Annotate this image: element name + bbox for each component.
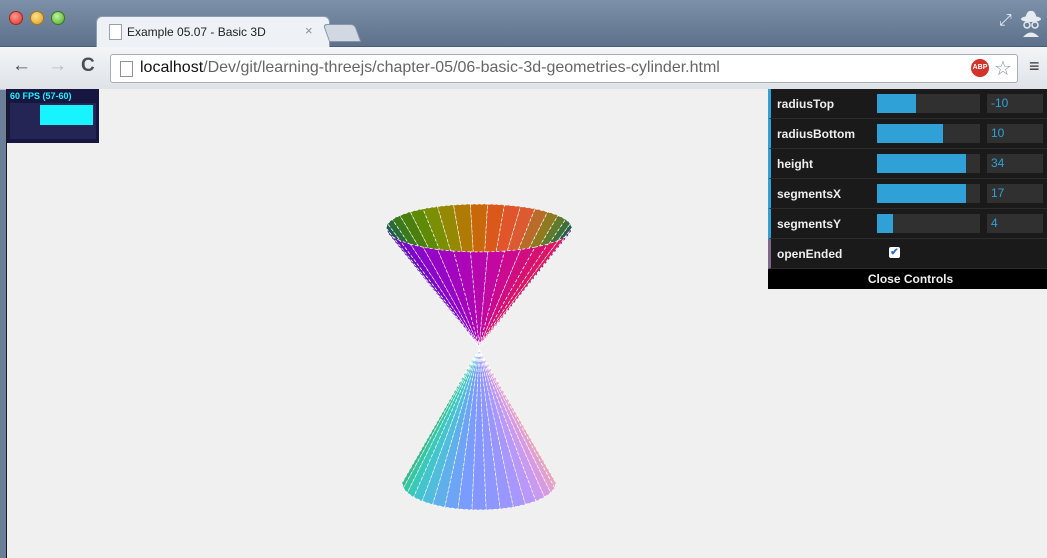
fps-readout: 60 FPS (57-60) <box>10 91 72 101</box>
control-label: segmentsX <box>777 187 842 201</box>
browser-tab[interactable]: Example 05.07 - Basic 3D × <box>96 16 330 47</box>
tab-title: Example 05.07 - Basic 3D <box>127 25 266 39</box>
window-titlebar: Example 05.07 - Basic 3D × ⤢ <box>0 0 1047 47</box>
control-segmentsy: segmentsY 4 <box>768 209 1047 239</box>
webgl-viewport[interactable]: 60 FPS (57-60) radiusTop -10 radiusBottom 1… <box>6 89 1047 558</box>
openended-checkbox[interactable]: ✔ <box>889 247 900 258</box>
segmentsx-slider[interactable] <box>877 184 980 203</box>
forward-icon[interactable]: → <box>48 55 67 77</box>
reload-icon[interactable]: C <box>81 55 95 77</box>
slider-fill <box>877 214 893 233</box>
incognito-icon <box>1021 10 1041 37</box>
close-controls-button[interactable]: Close Controls <box>768 269 1047 289</box>
fullscreen-icon[interactable]: ⤢ <box>999 12 1012 30</box>
url-text[interactable]: localhost/Dev/git/learning-threejs/chapt… <box>140 59 720 77</box>
height-slider[interactable] <box>877 154 980 173</box>
address-bar[interactable]: localhost/Dev/git/learning-threejs/chapt… <box>110 54 1018 83</box>
control-radiusbottom: radiusBottom 10 <box>768 119 1047 149</box>
tab-close-icon[interactable]: × <box>305 23 313 38</box>
segmentsy-input[interactable]: 4 <box>987 214 1043 233</box>
control-label: radiusTop <box>777 97 835 111</box>
back-icon[interactable]: ← <box>12 55 31 77</box>
radiustop-slider[interactable] <box>877 94 980 113</box>
control-radiustop: radiusTop -10 <box>768 89 1047 119</box>
slider-fill <box>877 94 916 113</box>
url-path: /Dev/git/learning-threejs/chapter-05/06-… <box>203 59 720 76</box>
radiusbottom-input[interactable]: 10 <box>987 124 1043 143</box>
url-host: localhost <box>140 59 204 76</box>
control-height: height 34 <box>768 149 1047 179</box>
window-close-button[interactable] <box>9 11 23 25</box>
controls-panel: radiusTop -10 radiusBottom 10 height 34 segmen… <box>768 89 1047 289</box>
cylinder-mesh[interactable] <box>7 89 767 558</box>
window-maximize-button[interactable] <box>51 11 65 25</box>
radiustop-input[interactable]: -10 <box>987 94 1043 113</box>
height-input[interactable]: 34 <box>987 154 1043 173</box>
control-label: radiusBottom <box>777 127 855 141</box>
radiusbottom-slider[interactable] <box>877 124 980 143</box>
menu-icon[interactable]: ≡ <box>1029 56 1040 77</box>
fps-graph-bar <box>40 105 93 125</box>
control-openended: openEnded ✔ <box>768 239 1047 269</box>
window-minimize-button[interactable] <box>30 11 44 25</box>
adblock-icon[interactable]: ABP <box>971 59 989 77</box>
control-label: openEnded <box>777 247 843 261</box>
fps-stats-panel[interactable]: 60 FPS (57-60) <box>7 89 99 143</box>
new-tab-button[interactable] <box>322 24 362 42</box>
page-icon <box>109 24 122 40</box>
page-icon <box>120 61 133 77</box>
slider-fill <box>877 154 966 173</box>
bookmark-star-icon[interactable]: ☆ <box>994 56 1012 81</box>
segmentsx-input[interactable]: 17 <box>987 184 1043 203</box>
control-segmentsx: segmentsX 17 <box>768 179 1047 209</box>
control-label: segmentsY <box>777 217 842 231</box>
slider-fill <box>877 124 943 143</box>
control-label: height <box>777 157 813 171</box>
browser-toolbar: ← → C localhost/Dev/git/learning-threejs… <box>0 47 1047 90</box>
slider-fill <box>877 184 966 203</box>
segmentsy-slider[interactable] <box>877 214 980 233</box>
